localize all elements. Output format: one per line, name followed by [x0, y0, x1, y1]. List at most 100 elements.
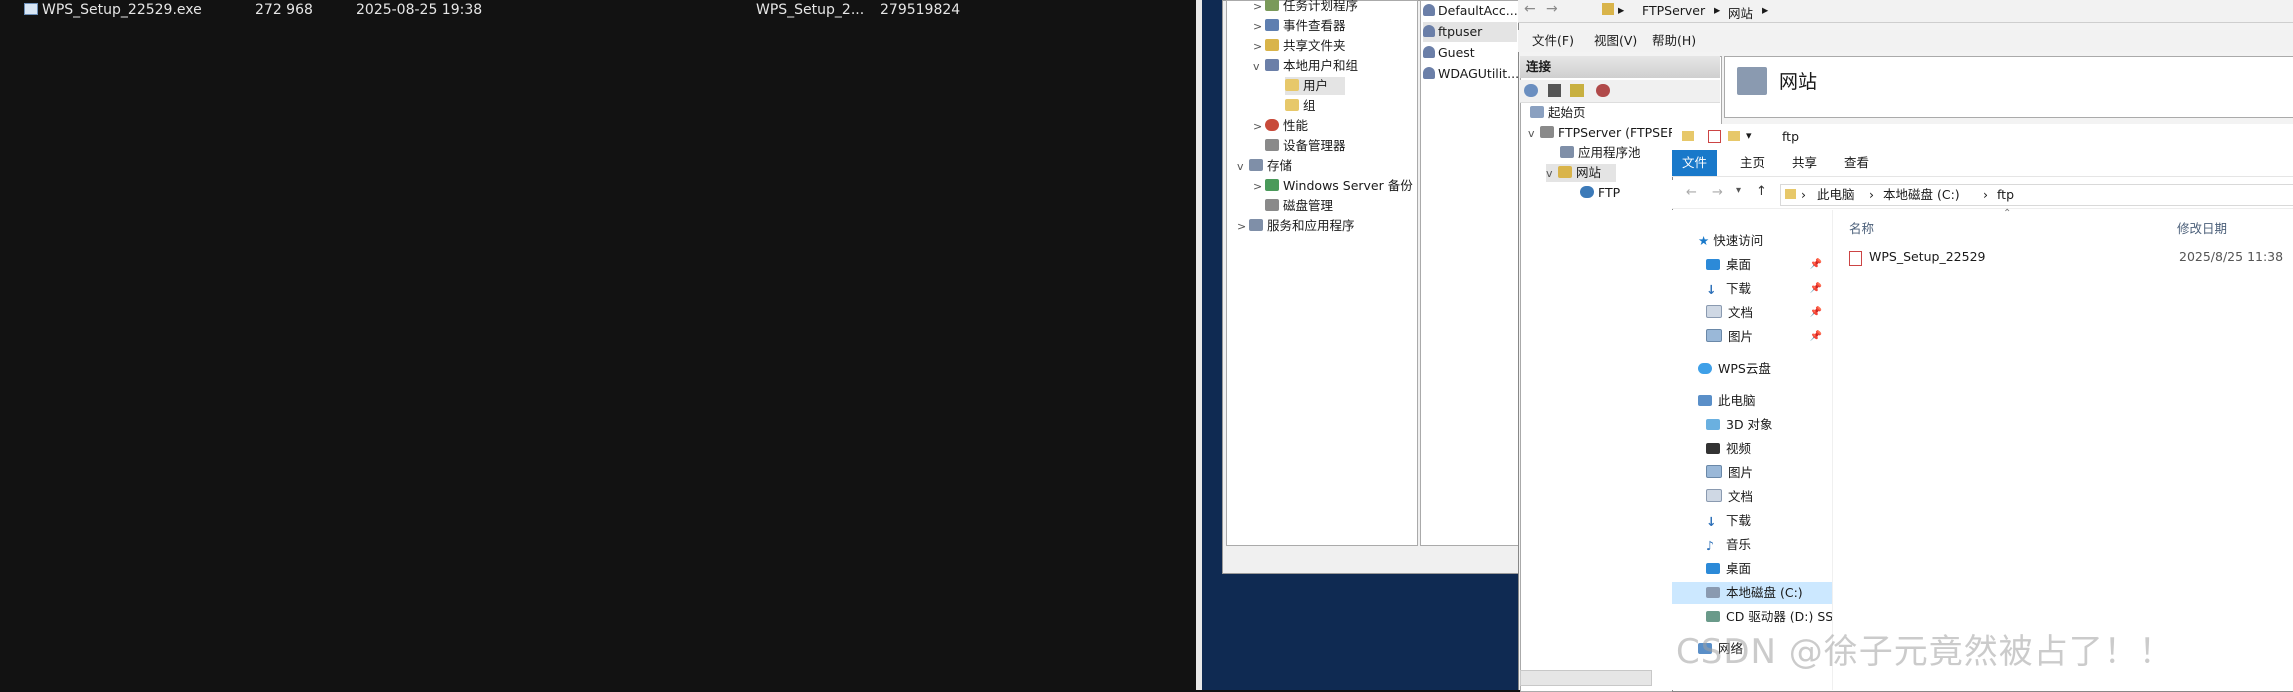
menu-help[interactable]: 帮助(H) [1652, 30, 1696, 52]
horizontal-scrollbar[interactable] [1520, 670, 1652, 686]
chevron-down-icon[interactable]: v [1546, 165, 1558, 183]
address-bar[interactable]: › 此电脑 › 本地磁盘 (C:) › ftp [1780, 184, 2293, 206]
tree-item-event-viewer[interactable]: > 事件查看器 [1253, 17, 1346, 35]
nav-music[interactable]: ♪ 音乐 [1672, 534, 1832, 556]
nav-desktop-pc[interactable]: 桌面 [1672, 558, 1832, 580]
table-row[interactable]: WPS_Setup_22529 2025/8/25 11:38 [1833, 246, 2293, 268]
chevron-right-icon[interactable]: > [1237, 218, 1249, 236]
up-arrow-icon[interactable]: ↑ [1756, 184, 1767, 199]
nav-downloads[interactable]: ↓ 下载 📌 [1672, 278, 1832, 300]
tree-item-shared-folders[interactable]: > 共享文件夹 [1253, 37, 1346, 55]
nav-videos[interactable]: 视频 [1672, 438, 1832, 460]
breadcrumb-sep: ▸ [1762, 2, 1769, 17]
nav-3d-objects[interactable]: 3D 对象 [1672, 414, 1832, 436]
breadcrumb-ftpserver[interactable]: FTPServer [1642, 3, 1705, 18]
tree-item-task-scheduler[interactable]: > 任务计划程序 [1253, 0, 1358, 15]
connect-icon[interactable] [1524, 84, 1538, 97]
menu-view[interactable]: 视图(V) [1594, 30, 1637, 52]
menu-file[interactable]: 文件(F) [1532, 30, 1574, 52]
pin-icon[interactable]: 📌 [1810, 254, 1822, 276]
column-header-modified[interactable]: 修改日期 [2177, 218, 2227, 237]
tab-view[interactable]: 查看 [1834, 150, 1879, 176]
iis-tree-server[interactable]: v FTPServer (FTPSER [1528, 124, 1677, 142]
nav-documents[interactable]: 文档 📌 [1672, 302, 1832, 324]
tree-item-storage[interactable]: v 存储 [1237, 157, 1292, 175]
cd-drive-icon [1706, 611, 1720, 622]
remote-name-cell: WPS_Setup_2... [756, 2, 865, 18]
chevron-right-icon[interactable]: > [1253, 18, 1265, 36]
pin-icon[interactable]: 📌 [1810, 302, 1822, 324]
tree-item-services-applications[interactable]: > 服务和应用程序 [1237, 217, 1355, 235]
tree-item-device-manager[interactable]: 设备管理器 [1265, 137, 1346, 155]
star-icon: ★ [1698, 233, 1710, 248]
chevron-right-icon[interactable]: > [1253, 38, 1265, 56]
forward-arrow-icon[interactable]: → [1712, 185, 1723, 200]
server-icon [1602, 3, 1614, 15]
save-icon[interactable] [1548, 84, 1561, 97]
explorer-title-bar: ▾ ftp [1672, 124, 2293, 150]
new-folder-icon[interactable] [1728, 131, 1740, 141]
connections-header: 连接 [1520, 56, 1720, 78]
breadcrumb-local-disk[interactable]: 本地磁盘 (C:) [1883, 185, 1960, 205]
back-arrow-icon[interactable]: ← [1524, 1, 1536, 17]
nav-pictures-pc[interactable]: 图片 [1672, 462, 1832, 484]
breadcrumb-ftp[interactable]: ftp [1997, 185, 2014, 205]
breadcrumb-sites[interactable]: 网站 [1728, 3, 1753, 22]
user-icon [1423, 67, 1435, 79]
breadcrumb-sep: ▸ [1714, 2, 1721, 17]
tab-file[interactable]: 文件 [1672, 150, 1718, 176]
tree-item-users[interactable]: 用户 [1285, 77, 1345, 95]
user-item[interactable]: ftpuser [1423, 22, 1517, 42]
chevron-right-icon[interactable]: > [1253, 118, 1265, 136]
user-icon [1423, 4, 1435, 16]
dropdown-arrow-icon[interactable]: ▾ [1746, 129, 1752, 142]
disk-management-icon [1265, 199, 1279, 211]
nav-desktop[interactable]: 桌面 📌 [1672, 254, 1832, 276]
performance-icon [1265, 119, 1279, 131]
tree-item-disk-management[interactable]: 磁盘管理 [1265, 197, 1333, 215]
iis-tree-app-pools[interactable]: 应用程序池 [1560, 144, 1641, 162]
nav-downloads-pc[interactable]: ↓ 下载 [1672, 510, 1832, 532]
nav-wps-cloud[interactable]: WPS云盘 [1672, 358, 1832, 380]
nav-local-disk-c[interactable]: 本地磁盘 (C:) [1672, 582, 1832, 604]
chevron-down-icon[interactable]: v [1528, 125, 1540, 143]
forward-arrow-icon[interactable]: → [1546, 1, 1558, 17]
user-item[interactable]: Guest [1423, 43, 1475, 63]
chevron-right-icon[interactable]: > [1253, 0, 1265, 16]
pin-icon[interactable]: 📌 [1810, 278, 1822, 300]
picture-icon [1706, 465, 1722, 478]
checkbox-icon[interactable] [1708, 130, 1721, 143]
folder-icon [1682, 131, 1694, 141]
document-icon [1706, 305, 1722, 318]
tab-share[interactable]: 共享 [1782, 150, 1827, 176]
breadcrumb-sep: ▸ [1618, 2, 1625, 17]
up-folder-icon[interactable] [1570, 84, 1584, 97]
table-row[interactable]: WPS_Setup_22529.exe 272 968 2025-08-25 1… [0, 0, 1196, 20]
iis-tree-start-page[interactable]: 起始页 [1530, 104, 1586, 122]
breadcrumb-sep: › [1983, 187, 1988, 202]
nav-this-pc[interactable]: 此电脑 [1672, 390, 1832, 412]
tab-home[interactable]: 主页 [1730, 150, 1775, 176]
column-header-name[interactable]: 名称 [1849, 218, 1874, 237]
chevron-right-icon[interactable]: > [1253, 178, 1265, 196]
nav-quick-access[interactable]: ★ 快速访问 [1672, 230, 1832, 252]
chevron-down-icon[interactable]: ▾ [1736, 185, 1741, 196]
tree-item-windows-server-backup[interactable]: > Windows Server 备份 [1253, 177, 1413, 195]
user-item[interactable]: DefaultAcc... [1423, 1, 1518, 21]
back-arrow-icon[interactable]: ← [1686, 185, 1697, 200]
iis-tree-sites[interactable]: v 网站 [1546, 164, 1616, 182]
pin-icon[interactable]: 📌 [1810, 326, 1822, 348]
tree-item-performance[interactable]: > 性能 [1253, 117, 1308, 135]
disconnect-icon[interactable] [1596, 84, 1610, 97]
iis-tree-ftp-site[interactable]: FTP [1580, 184, 1620, 202]
chevron-down-icon[interactable]: v [1253, 58, 1265, 76]
tree-item-local-users-groups[interactable]: v 本地用户和组 [1253, 57, 1358, 75]
tree-item-groups[interactable]: 组 [1285, 97, 1316, 115]
nav-pictures[interactable]: 图片 📌 [1672, 326, 1832, 348]
chevron-down-icon[interactable]: v [1237, 158, 1249, 176]
iis-address-bar: ← → ▸ FTPServer ▸ 网站 ▸ [1518, 0, 2293, 23]
breadcrumb-this-pc[interactable]: 此电脑 [1817, 185, 1855, 205]
video-icon [1706, 443, 1720, 454]
nav-documents-pc[interactable]: 文档 [1672, 486, 1832, 508]
user-item[interactable]: WDAGUtilit... [1423, 64, 1519, 84]
